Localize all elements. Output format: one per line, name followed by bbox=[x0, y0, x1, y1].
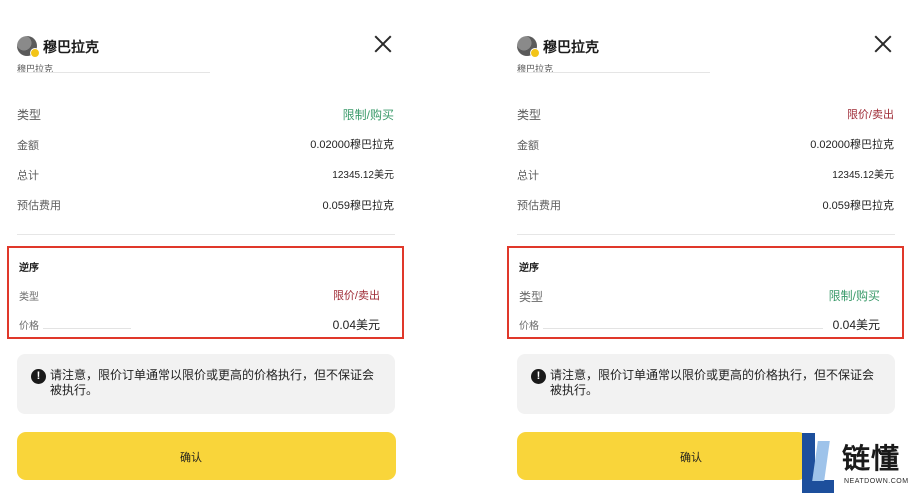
subtitle-underline bbox=[517, 72, 710, 73]
price-underline bbox=[543, 328, 823, 329]
close-icon[interactable] bbox=[373, 34, 393, 54]
amount-value: 0.02000穆巴拉克 bbox=[310, 139, 394, 151]
confirm-button[interactable]: 确认 bbox=[517, 432, 807, 480]
fee-label: 预估费用 bbox=[17, 200, 61, 212]
coin-title: 穆巴拉克 bbox=[43, 39, 99, 55]
order-confirm-panel-right: 穆巴拉克 穆巴拉克 类型 限价/卖出 金额 0.02000穆巴拉克 总计 123… bbox=[500, 0, 904, 499]
warning-icon: ! bbox=[531, 369, 546, 384]
notice-box: ! 请注意，限价订单通常以限价或更高的价格执行，但不保证会被执行。 bbox=[17, 354, 395, 414]
price-value: 0.04美元 bbox=[332, 318, 380, 332]
type-value: 限制/购买 bbox=[342, 108, 394, 122]
reverse-type-label: 类型 bbox=[19, 292, 39, 303]
notice-box: ! 请注意，限价订单通常以限价或更高的价格执行，但不保证会被执行。 bbox=[517, 354, 895, 414]
reverse-order-box: 逆序 类型 限制/购买 价格 0.04美元 bbox=[507, 246, 904, 339]
price-label: 价格 bbox=[519, 321, 539, 332]
section-divider bbox=[17, 234, 395, 235]
logo-domain: NEATDOWN.COM bbox=[844, 478, 909, 485]
close-icon[interactable] bbox=[873, 34, 893, 54]
confirm-button-label: 确认 bbox=[180, 452, 202, 464]
section-divider bbox=[517, 234, 895, 235]
order-confirm-panel-left: 穆巴拉克 穆巴拉克 类型 限制/购买 金额 0.02000穆巴拉克 总计 123… bbox=[0, 0, 404, 499]
coin-icon bbox=[17, 36, 40, 58]
price-value: 0.04美元 bbox=[832, 318, 880, 332]
neatdown-logo: 链懂 NEATDOWN.COM bbox=[796, 431, 913, 499]
fee-label: 预估费用 bbox=[517, 200, 561, 212]
reverse-title: 逆序 bbox=[19, 263, 39, 274]
price-label: 价格 bbox=[19, 321, 39, 332]
fee-value: 0.059穆巴拉克 bbox=[822, 200, 894, 212]
price-underline bbox=[43, 328, 131, 329]
reverse-type-label: 类型 bbox=[519, 290, 544, 304]
coin-icon bbox=[517, 36, 540, 58]
amount-label: 金额 bbox=[17, 140, 39, 152]
coin-badge-icon bbox=[30, 48, 40, 58]
logo-name: 链懂 bbox=[842, 443, 901, 474]
amount-label: 金额 bbox=[517, 140, 539, 152]
confirm-button-label: 确认 bbox=[680, 452, 702, 464]
fee-value: 0.059穆巴拉克 bbox=[322, 200, 394, 212]
notice-text: 请注意，限价订单通常以限价或更高的价格执行，但不保证会被执行。 bbox=[550, 368, 875, 397]
coin-subtitle: 穆巴拉克 bbox=[517, 64, 554, 74]
total-value: 12345.12美元 bbox=[832, 170, 894, 181]
total-label: 总计 bbox=[17, 170, 39, 182]
subtitle-underline bbox=[17, 72, 210, 73]
type-label: 类型 bbox=[517, 108, 542, 122]
type-label: 类型 bbox=[17, 108, 42, 122]
coin-badge-icon bbox=[530, 48, 540, 58]
logo-mark-icon bbox=[798, 433, 838, 495]
total-value: 12345.12美元 bbox=[332, 170, 394, 181]
reverse-type-value: 限价/卖出 bbox=[332, 290, 380, 302]
reverse-order-box: 逆序 类型 限价/卖出 价格 0.04美元 bbox=[7, 246, 404, 339]
notice-text: 请注意，限价订单通常以限价或更高的价格执行，但不保证会被执行。 bbox=[50, 368, 375, 397]
reverse-type-value: 限制/购买 bbox=[828, 289, 880, 303]
reverse-title: 逆序 bbox=[519, 263, 539, 274]
amount-value: 0.02000穆巴拉克 bbox=[810, 139, 894, 151]
confirm-button[interactable]: 确认 bbox=[17, 432, 396, 480]
warning-icon: ! bbox=[31, 369, 46, 384]
type-value: 限价/卖出 bbox=[846, 109, 894, 121]
coin-title: 穆巴拉克 bbox=[543, 39, 599, 55]
total-label: 总计 bbox=[517, 170, 539, 182]
coin-subtitle: 穆巴拉克 bbox=[17, 64, 54, 74]
